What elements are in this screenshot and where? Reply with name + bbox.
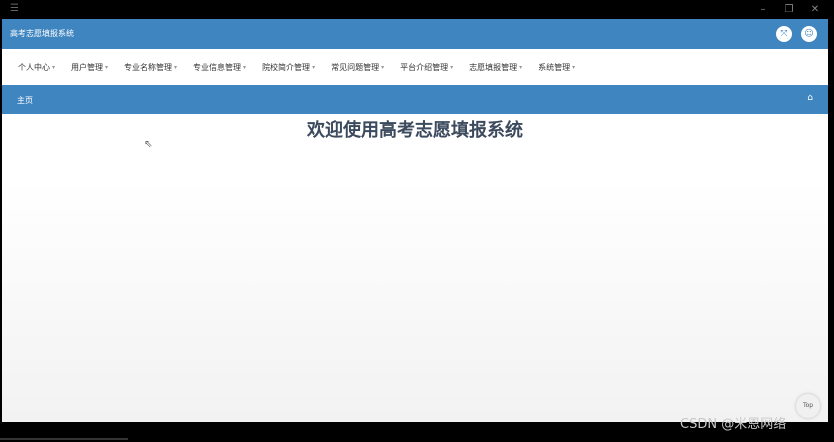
mouse-cursor-icon: ⇖ <box>144 139 153 150</box>
nav-item-major-name-management[interactable]: 专业名称管理 ▾ <box>116 62 185 73</box>
nav-item-label: 院校简介管理 <box>262 62 311 72</box>
caret-down-icon: ▾ <box>174 63 178 71</box>
caret-down-icon: ▾ <box>105 63 109 71</box>
nav-item-platform-intro-management[interactable]: 平台介绍管理 ▾ <box>392 62 461 73</box>
watermark: CSDN @米恩网络 <box>680 417 787 432</box>
fullscreen-icon[interactable]: ⤧ <box>776 26 792 42</box>
caret-down-icon: ▾ <box>52 63 56 71</box>
nav-item-personal-center[interactable]: 个人中心 ▾ <box>2 62 63 73</box>
back-to-top-button[interactable]: Top <box>796 394 820 418</box>
main-nav: 个人中心 ▾ 用户管理 ▾ 专业名称管理 ▾ 专业信息管理 ▾ 院校简介管理 ▾ 常见问题… <box>2 49 828 85</box>
nav-item-faq-management[interactable]: 常见问题管理 ▾ <box>323 62 392 73</box>
caret-down-icon: ▾ <box>312 63 316 71</box>
app-title: 高考志愿填报系统 <box>10 29 74 38</box>
taskbar-strip <box>0 438 128 440</box>
nav-item-label: 常见问题管理 <box>331 62 380 72</box>
window-titlebar: ☰ – ❐ ✕ <box>0 0 834 19</box>
nav-item-label: 志愿填报管理 <box>469 62 518 72</box>
window-maximize-button[interactable]: ❐ <box>776 1 802 18</box>
caret-down-icon: ▾ <box>519 63 523 71</box>
user-icon[interactable]: ☺ <box>801 26 817 42</box>
caret-down-icon: ▾ <box>381 63 385 71</box>
nav-item-label: 用户管理 <box>71 62 104 72</box>
breadcrumb-home[interactable]: 主页 <box>17 95 33 106</box>
window-minimize-button[interactable]: – <box>750 1 776 18</box>
nav-item-application-management[interactable]: 志愿填报管理 ▾ <box>461 62 530 73</box>
nav-item-label: 平台介绍管理 <box>400 62 449 72</box>
window-close-button[interactable]: ✕ <box>802 1 828 18</box>
nav-item-label: 专业名称管理 <box>124 62 173 72</box>
caret-down-icon: ▾ <box>450 63 454 71</box>
nav-item-label: 系统管理 <box>538 62 571 72</box>
nav-item-school-intro-management[interactable]: 院校简介管理 ▾ <box>254 62 323 73</box>
nav-item-label: 个人中心 <box>18 62 50 72</box>
app-window: 高考志愿填报系统 ⤧ ☺ 个人中心 ▾ 用户管理 ▾ 专业名称管理 ▾ 专业信息管理 ▾… <box>2 19 828 422</box>
nav-item-system-management[interactable]: 系统管理 ▾ <box>530 62 583 73</box>
nav-item-user-management[interactable]: 用户管理 ▾ <box>63 62 116 73</box>
nav-item-major-info-management[interactable]: 专业信息管理 ▾ <box>185 62 254 73</box>
breadcrumb: 主页 ⌂ <box>2 85 828 114</box>
caret-down-icon: ▾ <box>572 63 576 71</box>
home-icon[interactable]: ⌂ <box>807 93 813 103</box>
welcome-heading: 欢迎使用高考志愿填报系统 <box>307 120 523 141</box>
nav-item-label: 专业信息管理 <box>193 62 242 72</box>
caret-down-icon: ▾ <box>243 63 247 71</box>
window-menu-icon[interactable]: ☰ <box>10 3 19 14</box>
top-header: 高考志愿填报系统 ⤧ ☺ <box>2 19 828 49</box>
